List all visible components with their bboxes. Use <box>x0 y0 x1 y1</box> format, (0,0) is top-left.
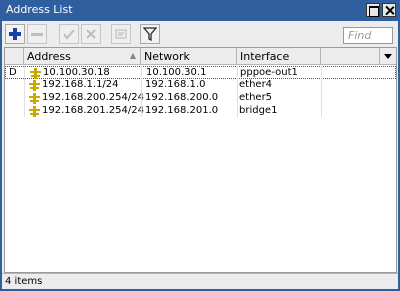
column-header-network[interactable]: Network <box>141 48 237 65</box>
window-content: Find Address ▲ Network Interface D 10.10… <box>2 21 398 289</box>
x-icon <box>86 29 96 39</box>
column-header-interface[interactable]: Interface <box>237 48 321 65</box>
column-header-label: Network <box>144 50 190 63</box>
address-list-window: Address List Find Address ▲ Network Inte… <box>0 0 400 291</box>
maximize-button[interactable] <box>366 3 380 17</box>
row-interface: bridge1 <box>239 105 278 116</box>
window-title: Address List <box>6 3 73 16</box>
remove-icon <box>31 33 43 36</box>
row-network: 192.168.1.0 <box>145 79 206 90</box>
row-flag <box>8 92 22 105</box>
column-divider <box>321 65 322 117</box>
close-button[interactable] <box>382 3 396 17</box>
table-row[interactable]: 192.168.200.254/24 192.168.200.0 ether5 <box>5 92 396 105</box>
row-address: 192.168.200.254/24 <box>42 92 144 103</box>
remove-button[interactable] <box>27 24 47 44</box>
sort-ascending-icon: ▲ <box>129 51 136 60</box>
status-bar: 4 items <box>2 273 398 289</box>
column-divider <box>24 65 25 117</box>
table-header: Address ▲ Network Interface <box>5 48 396 65</box>
column-header-label: Address <box>27 50 71 63</box>
address-icon <box>30 68 41 79</box>
find-input[interactable]: Find <box>343 27 393 44</box>
address-table: Address ▲ Network Interface D 10.100.30.… <box>4 47 397 273</box>
column-header-empty <box>321 48 379 65</box>
column-divider <box>141 65 142 117</box>
item-count: 4 items <box>5 276 43 287</box>
column-menu-dropdown[interactable] <box>379 48 396 65</box>
column-header-flag[interactable] <box>5 48 24 65</box>
enable-button[interactable] <box>59 24 79 44</box>
column-header-address[interactable]: Address ▲ <box>24 48 141 65</box>
add-icon <box>9 28 21 40</box>
toolbar: Find <box>2 21 398 47</box>
table-row[interactable]: 192.168.1.1/24 192.168.1.0 ether4 <box>5 79 396 92</box>
add-button[interactable] <box>5 24 25 44</box>
disable-button[interactable] <box>81 24 101 44</box>
comment-button[interactable] <box>111 24 131 44</box>
row-address: 192.168.201.254/24 <box>42 105 144 116</box>
address-icon <box>29 93 40 104</box>
title-bar[interactable]: Address List <box>0 0 400 21</box>
column-header-label: Interface <box>240 50 290 63</box>
row-network: 192.168.201.0 <box>145 105 219 116</box>
table-row[interactable]: D 10.100.30.18 10.100.30.1 pppoe-out1 <box>5 66 396 79</box>
filter-button[interactable] <box>140 24 160 44</box>
row-network: 192.168.200.0 <box>145 92 219 103</box>
address-icon <box>29 106 40 117</box>
filter-icon <box>143 27 157 41</box>
row-flag <box>8 105 22 118</box>
row-interface: ether4 <box>239 79 273 90</box>
column-divider <box>237 65 238 117</box>
table-row[interactable]: 192.168.201.254/24 192.168.201.0 bridge1 <box>5 105 396 118</box>
row-flag <box>8 79 22 92</box>
check-icon <box>63 29 75 40</box>
row-interface: ether5 <box>239 92 273 103</box>
comment-icon <box>115 29 127 39</box>
address-icon <box>29 80 40 91</box>
row-address: 192.168.1.1/24 <box>42 79 119 90</box>
